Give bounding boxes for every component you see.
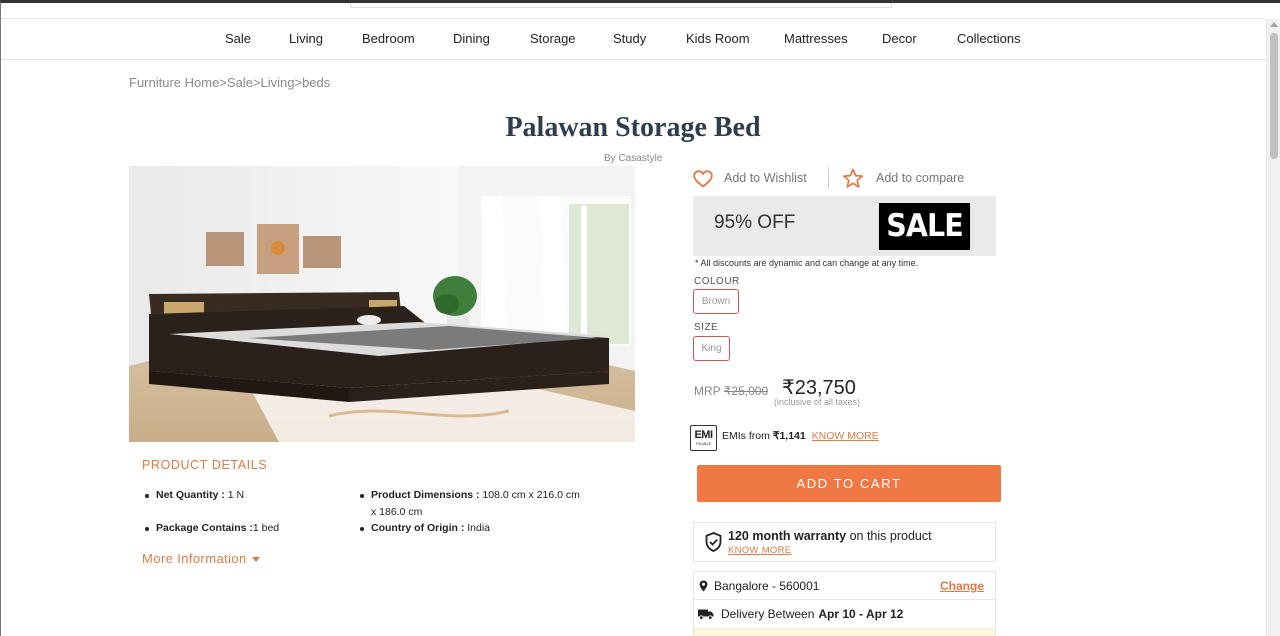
- nav-item-decor[interactable]: Decor: [882, 31, 917, 46]
- colour-label: COLOUR: [694, 276, 740, 287]
- delivery-info-strip: [694, 628, 995, 636]
- product-title: Palawan Storage Bed: [505, 112, 761, 143]
- mrp-label: MRP: [694, 384, 721, 398]
- add-to-cart-button[interactable]: ADD TO CART: [697, 465, 1001, 502]
- caret-down-icon: [251, 557, 260, 563]
- nav-item-mattresses[interactable]: Mattresses: [784, 31, 848, 46]
- detail-net-quantity: Net Quantity : 1 N: [145, 487, 245, 504]
- nav-item-sale[interactable]: Sale: [225, 31, 251, 46]
- emi-know-more-link[interactable]: KNOW MORE: [812, 430, 879, 442]
- emi-prefix: EMIs from: [722, 430, 770, 442]
- detail-label: Package Contains :: [156, 522, 253, 534]
- actions-divider: [828, 167, 829, 189]
- heart-icon: [693, 170, 713, 188]
- detail-package-contains: Package Contains :1 bed: [145, 520, 280, 537]
- emi-badge-bottom: FINANCE: [695, 442, 712, 446]
- delivery-dates: Apr 10 - Apr 12: [818, 607, 904, 621]
- bullet-dot: [145, 494, 149, 498]
- star-icon: [842, 168, 864, 188]
- nav-item-living[interactable]: Living: [289, 31, 323, 46]
- detail-label: Product Dimensions :: [371, 489, 480, 501]
- warranty-box: 120 month warranty on this product KNOW …: [693, 522, 996, 562]
- mrp-value: ₹25,000: [723, 384, 769, 398]
- shield-check-icon: [705, 532, 722, 552]
- breadcrumb[interactable]: Furniture Home>Sale>Living>beds: [129, 75, 330, 90]
- emi-info: EMIs from ₹1,141 KNOW MORE: [722, 430, 879, 442]
- page-scrollbar[interactable]: [1266, 19, 1280, 636]
- nav-item-collections[interactable]: Collections: [957, 31, 1021, 46]
- delivery-location-row: Bangalore - 560001 Change: [694, 572, 995, 600]
- detail-value: 1 N: [224, 489, 245, 501]
- sale-badge: SALE: [878, 203, 971, 250]
- detail-label: Country of Origin :: [371, 522, 465, 534]
- delivery-box: Bangalore - 560001 Change Delivery Betwe…: [693, 571, 996, 636]
- delivery-date-row: Delivery Between Apr 10 - Apr 12: [694, 600, 995, 628]
- bullet-dot: [360, 494, 364, 498]
- location-pin-icon: [699, 580, 708, 592]
- bullet-dot: [360, 527, 364, 531]
- truck-icon: [698, 609, 714, 620]
- product-details-heading: PRODUCT DETAILS: [142, 458, 268, 472]
- mrp: MRP ₹25,000: [694, 384, 768, 398]
- detail-value: India: [464, 522, 491, 534]
- scroll-up-icon[interactable]: [1270, 22, 1278, 27]
- bed-photo-icon: [129, 166, 635, 442]
- emi-finance-icon: EMI FINANCE: [690, 425, 717, 451]
- size-option-king[interactable]: King: [693, 336, 730, 361]
- colour-option-brown[interactable]: Brown: [693, 289, 739, 314]
- emi-amount: ₹1,141: [772, 430, 806, 442]
- nav-item-storage[interactable]: Storage: [530, 31, 576, 46]
- size-label: SIZE: [694, 322, 719, 333]
- main-nav: Sale Living Bedroom Dining Storage Study…: [0, 19, 1266, 60]
- discount-percent: 95% OFF: [714, 212, 796, 233]
- detail-country-of-origin: Country of Origin : India: [360, 520, 491, 537]
- warranty-text: 120 month warranty on this product: [728, 529, 932, 543]
- delivery-estimate: Delivery Between Apr 10 - Apr 12: [721, 607, 903, 621]
- detail-dimensions: Product Dimensions : 108.0 cm x 216.0 cm…: [360, 487, 586, 521]
- warranty-rest: on this product: [849, 529, 932, 543]
- scrollbar-thumb[interactable]: [1270, 33, 1278, 159]
- product-image[interactable]: [129, 166, 635, 442]
- header-top-strip: [0, 0, 1266, 19]
- bullet-dot: [145, 527, 149, 531]
- detail-label: Net Quantity :: [156, 489, 225, 501]
- delivery-label: Delivery Between: [721, 607, 815, 621]
- delivery-location: Bangalore - 560001: [714, 579, 820, 593]
- nav-item-study[interactable]: Study: [613, 31, 646, 46]
- nav-item-kids-room[interactable]: Kids Room: [686, 31, 750, 46]
- offer-banner: 95% OFF SALE: [693, 196, 996, 256]
- more-information-label: More Information: [142, 551, 247, 566]
- site-logo[interactable]: [266, 0, 326, 3]
- tax-note: (inclusive of all taxes): [774, 397, 861, 407]
- detail-value: 1 bed: [252, 522, 280, 534]
- change-location-link[interactable]: Change: [940, 579, 984, 593]
- nav-item-dining[interactable]: Dining: [453, 31, 490, 46]
- warranty-know-more-link[interactable]: KNOW MORE: [728, 545, 791, 556]
- wishlist-label: Add to Wishlist: [724, 171, 807, 185]
- compare-label: Add to compare: [876, 171, 965, 185]
- more-information-toggle[interactable]: More Information: [142, 551, 260, 566]
- product-brand[interactable]: By Casastyle: [604, 153, 662, 164]
- warranty-duration: 120 month warranty: [728, 529, 847, 543]
- discount-disclaimer: * All discounts are dynamic and can chan…: [695, 258, 919, 268]
- search-input[interactable]: [350, 0, 892, 8]
- emi-badge-top: EMI: [694, 429, 713, 441]
- nav-item-bedroom[interactable]: Bedroom: [362, 31, 415, 46]
